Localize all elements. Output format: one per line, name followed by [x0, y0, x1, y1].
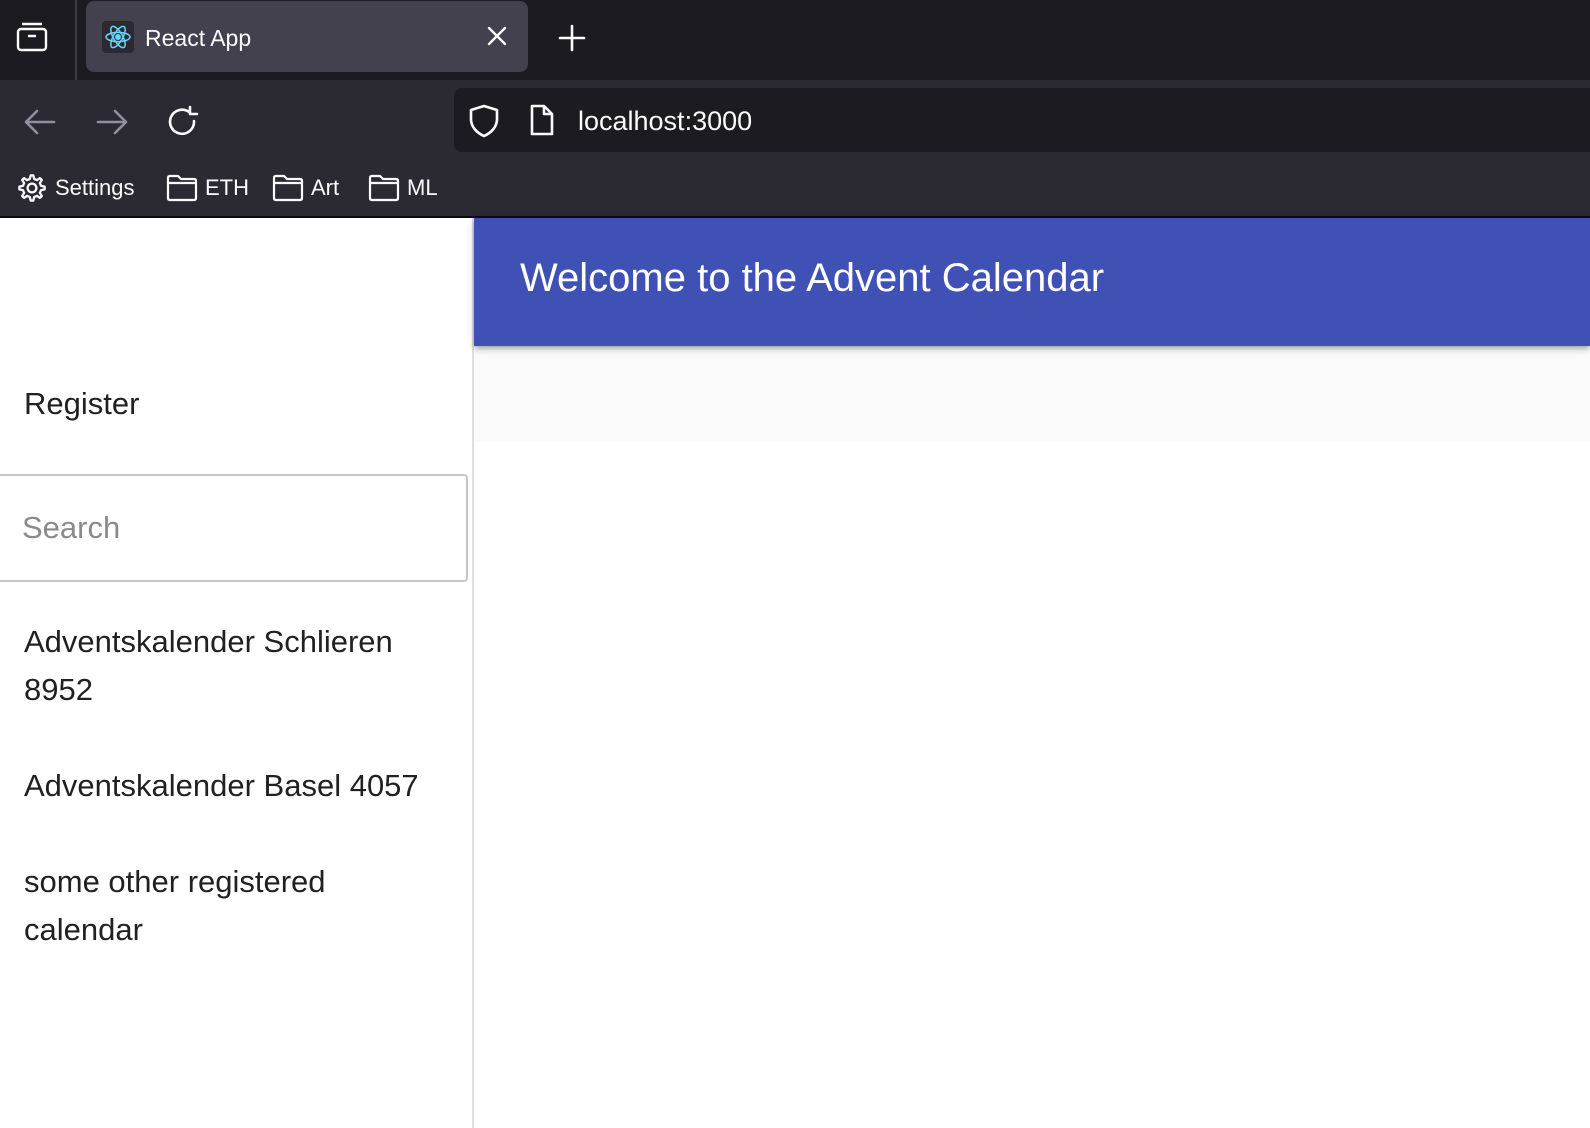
- tab-list-button[interactable]: [0, 0, 64, 74]
- browser-tab-bar: React App: [0, 0, 1590, 80]
- bookmark-folder-art[interactable]: Art: [272, 170, 339, 206]
- arrow-left-icon: [24, 109, 56, 135]
- calendar-list: Adventskalender Schlieren 8952 Adventska…: [24, 618, 444, 1002]
- app-header: Welcome to the Advent Calendar: [474, 218, 1590, 346]
- new-tab-button[interactable]: [552, 18, 592, 58]
- folder-icon: [368, 174, 400, 202]
- shield-icon[interactable]: [468, 104, 500, 143]
- url-text[interactable]: localhost:3000: [578, 105, 752, 137]
- close-icon: [487, 26, 507, 46]
- calendar-list-item[interactable]: Adventskalender Schlieren 8952: [24, 618, 444, 714]
- back-button[interactable]: [18, 100, 62, 144]
- forward-button[interactable]: [90, 100, 134, 144]
- bookmark-label: ETH: [205, 175, 249, 200]
- folder-icon: [166, 174, 198, 202]
- calendar-list-item[interactable]: some other registered calendar: [24, 858, 444, 954]
- reload-icon: [168, 105, 199, 136]
- page-icon[interactable]: [528, 104, 556, 141]
- bookmark-folder-ml[interactable]: ML: [368, 170, 438, 206]
- plus-icon: [558, 24, 586, 52]
- react-icon: [102, 21, 134, 53]
- bookmark-settings[interactable]: Settings: [16, 170, 135, 206]
- tab-list-icon: [16, 22, 48, 52]
- reload-button[interactable]: [161, 100, 205, 144]
- bookmark-folder-eth[interactable]: ETH: [166, 170, 249, 206]
- register-link[interactable]: Register: [24, 386, 139, 422]
- bookmark-label: Settings: [55, 175, 135, 200]
- gear-icon: [18, 174, 46, 202]
- tab-separator: [75, 0, 77, 80]
- search-input[interactable]: [0, 474, 468, 582]
- bookmark-label: ML: [407, 175, 438, 200]
- main-content: [474, 346, 1590, 442]
- page-title: Welcome to the Advent Calendar: [520, 256, 1105, 300]
- tab-close-button[interactable]: [480, 19, 514, 53]
- sidebar-drawer: Register Adventskalender Schlieren 8952 …: [0, 218, 474, 1128]
- folder-icon: [272, 174, 304, 202]
- url-bar[interactable]: localhost:3000: [454, 88, 1590, 152]
- bookmarks-bar: Settings ETH Art ML: [0, 160, 1590, 218]
- calendar-list-item[interactable]: Adventskalender Basel 4057: [24, 762, 444, 810]
- browser-nav-bar: localhost:3000: [0, 80, 1590, 160]
- tab-react-app[interactable]: React App: [86, 1, 528, 72]
- arrow-right-icon: [96, 109, 128, 135]
- tab-title: React App: [145, 25, 252, 51]
- bookmark-label: Art: [311, 175, 340, 200]
